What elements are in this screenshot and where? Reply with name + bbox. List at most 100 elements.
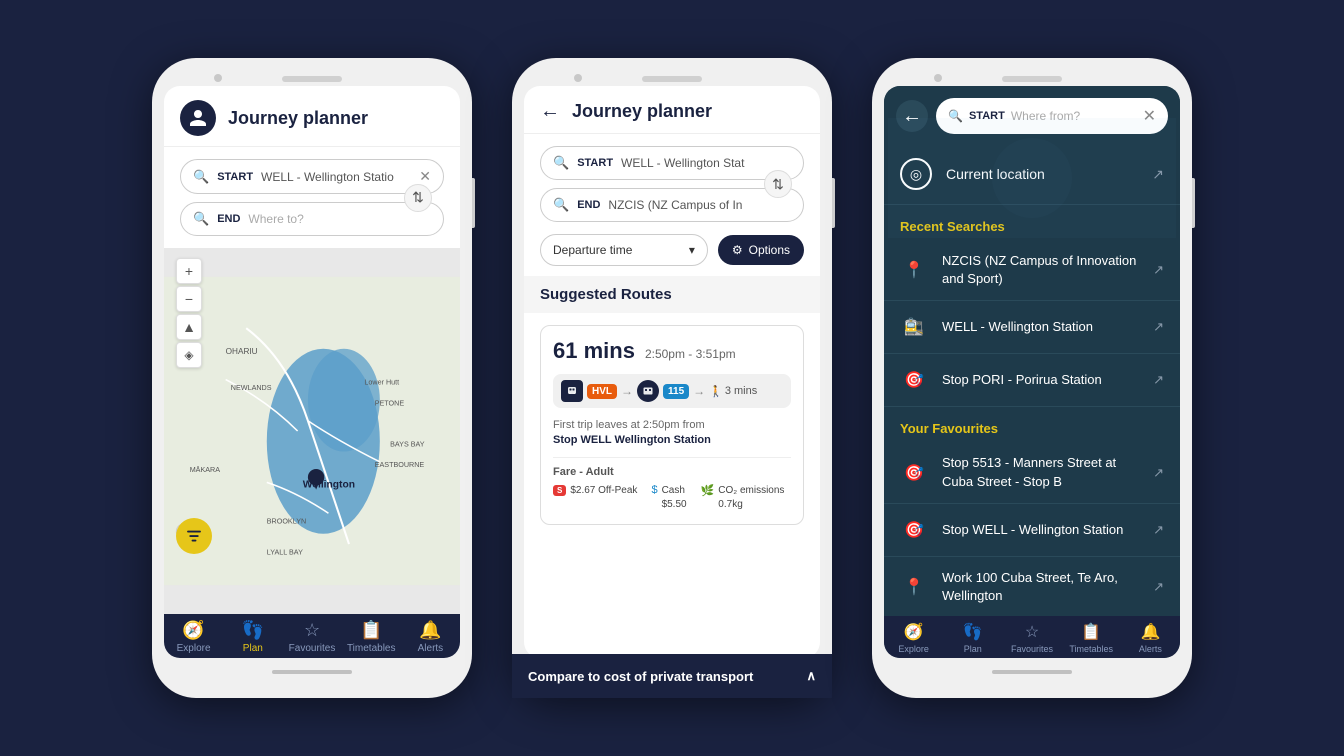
clear-icon[interactable]: ✕ [419, 168, 431, 185]
arrow-icon-recent-1: ↗ [1153, 319, 1164, 335]
recent-item-0[interactable]: 📍 NZCIS (NZ Campus of Innovation and Spo… [884, 240, 1180, 301]
route-steps: HVL → 115 → 🚶 3 mins [553, 374, 791, 408]
phone-screen-2: ← Journey planner 🔍 START WELL - Welling… [524, 86, 820, 658]
map-up-button[interactable]: ▲ [176, 314, 202, 340]
recent-icon-0: 📍 [900, 256, 928, 284]
p3-map-bg [884, 144, 1180, 238]
p3-nav-timetables[interactable]: 📋 Timetables [1062, 622, 1121, 654]
p3-favourites-label: Favourites [1011, 644, 1053, 654]
timetables-icon: 📋 [360, 620, 382, 641]
bus-115-badge: 115 [663, 384, 689, 399]
nav-plan[interactable]: 👣 Plan [223, 620, 282, 654]
snapper-price: $2.67 Off-Peak [570, 484, 637, 498]
nav-explore[interactable]: 🧭 Explore [164, 620, 223, 654]
p1-inputs: 🔍 START WELL - Wellington Statio ✕ 🔍 END… [164, 147, 460, 248]
nav-timetables[interactable]: 📋 Timetables [342, 620, 401, 654]
phone-speaker-2 [642, 76, 702, 82]
recent-text-0: NZCIS (NZ Campus of Innovation and Sport… [942, 252, 1139, 288]
route-duration: 61 mins [553, 338, 635, 364]
cash-price: $5.50 [662, 498, 687, 512]
p2-options-row: Departure time ▾ ⚙ Options [524, 234, 820, 276]
recent-item-1[interactable]: 🚉 WELL - Wellington Station ↗ [884, 301, 1180, 354]
fav-text-0: Stop 5513 - Manners Street at Cuba Stree… [942, 454, 1139, 490]
fav-item-1[interactable]: 🎯 Stop WELL - Wellington Station ↗ [884, 504, 1180, 557]
p3-alerts-icon: 🔔 [1140, 622, 1160, 642]
p3-nav-favourites[interactable]: ☆ Favourites [1002, 622, 1061, 654]
p3-plan-icon: 👣 [963, 622, 983, 642]
route-card[interactable]: 61 mins 2:50pm - 3:51pm HVL → 115 → 🚶 [540, 325, 804, 525]
end-placeholder: Where to? [248, 212, 431, 226]
fav-icon-2: 📍 [900, 573, 928, 601]
fav-item-0[interactable]: 🎯 Stop 5513 - Manners Street at Cuba Str… [884, 442, 1180, 503]
explore-icon: 🧭 [182, 620, 204, 641]
stop-text: Stop WELL Wellington Station [553, 434, 711, 446]
phones-container: Journey planner 🔍 START WELL - Wellingto… [132, 38, 1212, 718]
svg-text:MĀKARA: MĀKARA [190, 465, 221, 474]
snapper-fare: S $2.67 Off-Peak [553, 484, 637, 512]
svg-text:EASTBOURNE: EASTBOURNE [375, 460, 425, 469]
p2-end-input[interactable]: 🔍 END NZCIS (NZ Campus of In [540, 188, 804, 222]
p2-end-label: END [577, 199, 600, 211]
p2-swap-button[interactable]: ⇅ [764, 170, 792, 198]
chevron-down-icon: ▾ [689, 243, 695, 257]
phone-top-3 [884, 70, 1180, 86]
svg-text:NEWLANDS: NEWLANDS [231, 383, 272, 392]
search-icon-end: 🔍 [193, 211, 209, 227]
bus-icon [637, 380, 659, 402]
start-value: WELL - Wellington Statio [261, 170, 411, 184]
snapper-badge: S [553, 485, 566, 496]
back-button[interactable]: ← [540, 100, 560, 123]
start-input-row[interactable]: 🔍 START WELL - Wellington Statio ✕ [180, 159, 444, 194]
arrow-icon-fav-2: ↗ [1153, 579, 1164, 595]
p3-alerts-label: Alerts [1139, 644, 1162, 654]
arrow-icon-fav-1: ↗ [1153, 522, 1164, 538]
arrow-icon-recent-0: ↗ [1153, 262, 1164, 278]
nav-alerts[interactable]: 🔔 Alerts [401, 620, 460, 654]
cash-label: Cash [662, 484, 687, 498]
fav-icon-0: 🎯 [900, 459, 928, 487]
suggested-routes-label: Suggested Routes [540, 286, 672, 303]
options-label: Options [749, 243, 790, 257]
recent-text-2: Stop PORI - Porirua Station [942, 371, 1139, 389]
svg-text:BAYS BAY: BAYS BAY [390, 439, 425, 448]
fav-text-2: Work 100 Cuba Street, Te Aro, Wellington [942, 569, 1139, 605]
p3-nav-plan[interactable]: 👣 Plan [943, 622, 1002, 654]
hvl-badge: HVL [587, 384, 617, 399]
zoom-out-button[interactable]: − [176, 286, 202, 312]
phone-camera-2 [574, 74, 582, 82]
svg-text:LYALL BAY: LYALL BAY [267, 547, 303, 556]
options-button[interactable]: ⚙ Options [718, 235, 804, 265]
svg-text:Lower Hutt: Lower Hutt [364, 378, 399, 387]
p2-start-label: START [577, 157, 613, 169]
co2-value: 0.7kg [718, 498, 784, 512]
fare-section: Fare - Adult S $2.67 Off-Peak $ Cash $5.… [553, 457, 791, 512]
map-area[interactable]: OHARIU NEWLANDS Lower Hutt PETONE BAYS B… [164, 248, 460, 614]
p3-explore-label: Explore [898, 644, 929, 654]
phone-camera-1 [214, 74, 222, 82]
avatar-icon[interactable] [180, 100, 216, 136]
phone-1: Journey planner 🔍 START WELL - Wellingto… [152, 58, 472, 698]
nav-favourites[interactable]: ☆ Favourites [282, 620, 341, 654]
map-location-button[interactable]: ◈ [176, 342, 202, 368]
recent-item-2[interactable]: 🎯 Stop PORI - Porirua Station ↗ [884, 354, 1180, 407]
step-arrow-1: → [621, 384, 633, 398]
walk-duration: 🚶 3 mins [709, 385, 757, 398]
home-indicator-3 [992, 670, 1072, 674]
swap-button[interactable]: ⇅ [404, 184, 432, 212]
svg-text:OHARIU: OHARIU [226, 347, 258, 356]
end-input-row[interactable]: 🔍 END Where to? [180, 202, 444, 236]
p2-start-input[interactable]: 🔍 START WELL - Wellington Stat [540, 146, 804, 180]
map-filter-button[interactable] [176, 518, 212, 554]
p3-nav-explore[interactable]: 🧭 Explore [884, 622, 943, 654]
phone-screen-1: Journey planner 🔍 START WELL - Wellingto… [164, 86, 460, 658]
p3-favourites-icon: ☆ [1025, 622, 1039, 642]
phone-screen-3: ← 🔍 START Where from? ✕ [884, 86, 1180, 658]
departure-time-button[interactable]: Departure time ▾ [540, 234, 708, 266]
fav-item-2[interactable]: 📍 Work 100 Cuba Street, Te Aro, Wellingt… [884, 557, 1180, 616]
p2-end-value: NZCIS (NZ Campus of In [608, 198, 791, 212]
alerts-icon: 🔔 [419, 620, 441, 641]
fare-label: Fare - Adult [553, 466, 791, 478]
p3-nav-alerts[interactable]: 🔔 Alerts [1121, 622, 1180, 654]
zoom-in-button[interactable]: + [176, 258, 202, 284]
compare-bar[interactable]: Compare to cost of private transport ∧ [524, 654, 820, 658]
